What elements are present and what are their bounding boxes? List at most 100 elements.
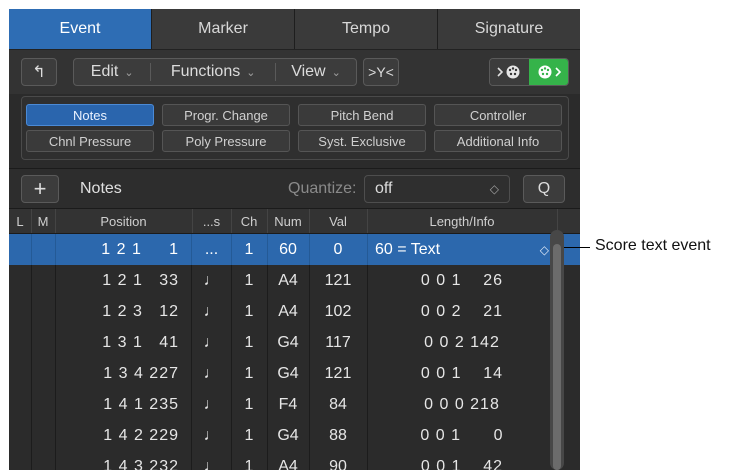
note-icon: ♩ [192,389,232,420]
filter-syst-exclusive[interactable]: Syst. Exclusive [298,130,426,152]
quantize-label: Quantize: [288,180,357,197]
filter-progr-change[interactable]: Progr. Change [162,104,290,126]
length-info-cell[interactable]: 60 = Text ◇ [367,234,557,265]
col-header-val[interactable]: Val [309,209,368,233]
position-cell[interactable]: 1 2 1 1 [55,234,192,265]
channel-cell[interactable]: 1 [231,265,268,296]
position-cell[interactable]: 1 3 4 227 [55,358,192,389]
length-info-cell[interactable]: 0 0 2 21 [367,296,557,327]
filter-chnl-pressure[interactable]: Chnl Pressure [26,130,154,152]
num-cell[interactable]: A4 [267,265,310,296]
length-info-cell[interactable]: 0 0 1 0 [367,420,557,451]
view-menu[interactable]: View ⌄ [276,63,356,81]
val-cell[interactable]: 102 [309,296,368,327]
val-cell[interactable]: 121 [309,265,368,296]
channel-cell[interactable]: 1 [231,451,268,470]
note-icon: ♩ [192,358,232,389]
back-button[interactable]: ↰ [21,58,57,86]
tab-bar: Event Marker Tempo Signature [9,9,580,49]
num-cell[interactable]: A4 [267,296,310,327]
length-info-cell[interactable]: 0 0 1 26 [367,265,557,296]
event-list: 1 2 1 1 ... 1 60 0 60 = Text ◇ 1 2 1 33 … [9,234,580,470]
tab-event[interactable]: Event [9,9,152,49]
column-header: L M Position ...s Ch Num Val Length/Info [9,208,580,234]
channel-cell[interactable]: 1 [231,420,268,451]
quantize-button[interactable]: Q [523,175,565,203]
note-icon: ♩ [192,327,232,358]
scrollbar-thumb[interactable] [553,244,561,470]
channel-cell[interactable]: 1 [231,327,268,358]
filter-controller[interactable]: Controller [434,104,562,126]
length-info-cell[interactable]: 0 0 1 42 [367,451,557,470]
channel-cell[interactable]: 1 [231,296,268,327]
num-cell[interactable]: A4 [267,451,310,470]
num-cell[interactable]: 60 [267,234,310,265]
num-cell[interactable]: G4 [267,420,310,451]
position-cell[interactable]: 1 2 3 12 [55,296,192,327]
updown-chevron-icon[interactable]: ◇ [540,243,549,257]
insert-bar: + Notes Quantize: off ◇ Q [9,168,580,209]
col-header-m[interactable]: M [31,209,56,233]
table-row[interactable]: 1 2 1 1 ... 1 60 0 60 = Text ◇ [9,234,580,265]
chevron-down-icon: ⌄ [331,66,341,79]
table-row[interactable]: 1 4 3 232 ♩ 1 A4 90 0 0 1 42 [9,451,580,470]
position-cell[interactable]: 1 2 1 33 [55,265,192,296]
val-cell[interactable]: 88 [309,420,368,451]
col-header-l[interactable]: L [9,209,32,233]
col-header-num[interactable]: Num [267,209,310,233]
quantize-select[interactable]: off ◇ [364,175,510,203]
table-row[interactable]: 1 4 2 229 ♩ 1 G4 88 0 0 1 0 [9,420,580,451]
num-cell[interactable]: G4 [267,358,310,389]
num-cell[interactable]: F4 [267,389,310,420]
edit-menu[interactable]: Edit ⌄ [74,63,150,81]
channel-cell[interactable]: 1 [231,389,268,420]
position-cell[interactable]: 1 3 1 41 [55,327,192,358]
val-cell[interactable]: 0 [309,234,368,265]
midi-out-button[interactable] [529,59,568,85]
back-icon: ↰ [32,64,46,81]
filter-additional-info[interactable]: Additional Info [434,130,562,152]
val-cell[interactable]: 90 [309,451,368,470]
midi-filter-button[interactable]: >Y< [363,58,399,86]
tab-tempo[interactable]: Tempo [295,9,438,49]
add-event-button[interactable]: + [21,175,59,203]
val-cell[interactable]: 84 [309,389,368,420]
length-info-cell[interactable]: 0 0 1 14 [367,358,557,389]
updown-chevron-icon: ◇ [489,182,499,196]
channel-cell[interactable]: 1 [231,358,268,389]
tab-signature[interactable]: Signature [438,9,580,49]
table-row[interactable]: 1 3 1 41 ♩ 1 G4 117 0 0 2 142 [9,327,580,358]
filter-notes[interactable]: Notes [26,104,154,126]
position-cell[interactable]: 1 4 2 229 [55,420,192,451]
position-cell[interactable]: 1 4 3 232 [55,451,192,470]
table-row[interactable]: 1 4 1 235 ♩ 1 F4 84 0 0 0 218 [9,389,580,420]
col-header-status[interactable]: ...s [192,209,232,233]
position-cell[interactable]: 1 4 1 235 [55,389,192,420]
col-header-length-info[interactable]: Length/Info [367,209,558,233]
note-icon: ♩ [192,296,232,327]
menu-group: Edit ⌄ Functions ⌄ View ⌄ [73,58,357,86]
num-cell[interactable]: G4 [267,327,310,358]
chevron-down-icon: ⌄ [124,66,134,79]
val-cell[interactable]: 117 [309,327,368,358]
toolbar: ↰ Edit ⌄ Functions ⌄ View ⌄ >Y< [9,49,580,94]
length-info-cell[interactable]: 0 0 0 218 [367,389,557,420]
channel-cell[interactable]: 1 [231,234,268,265]
event-list-panel: Event Marker Tempo Signature ↰ Edit ⌄ Fu… [9,9,580,470]
midi-in-button[interactable] [490,59,529,85]
val-cell[interactable]: 121 [309,358,368,389]
functions-menu-label: Functions [170,63,241,80]
filter-pitch-bend[interactable]: Pitch Bend [298,104,426,126]
col-header-ch[interactable]: Ch [231,209,268,233]
filter-poly-pressure[interactable]: Poly Pressure [162,130,290,152]
table-row[interactable]: 1 3 4 227 ♩ 1 G4 121 0 0 1 14 [9,358,580,389]
status-cell: ... [192,234,232,265]
col-header-position[interactable]: Position [55,209,193,233]
length-info-cell[interactable]: 0 0 2 142 [367,327,557,358]
functions-menu[interactable]: Functions ⌄ [151,63,275,81]
table-row[interactable]: 1 2 3 12 ♩ 1 A4 102 0 0 2 21 [9,296,580,327]
table-row[interactable]: 1 2 1 33 ♩ 1 A4 121 0 0 1 26 [9,265,580,296]
filter-icon: >Y< [368,64,394,80]
quantize-button-label: Q [537,180,551,197]
tab-marker[interactable]: Marker [152,9,295,49]
